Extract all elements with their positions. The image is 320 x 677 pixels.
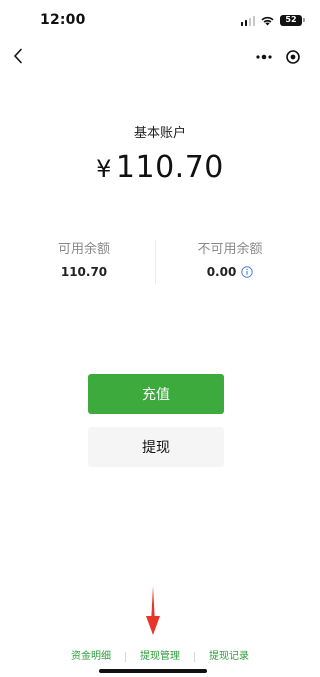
bottom-links: 资金明细 提现管理 提现记录 bbox=[0, 650, 320, 664]
link-withdraw-management[interactable]: 提现管理 bbox=[126, 651, 194, 663]
unavailable-balance-value: 0.00 bbox=[206, 265, 237, 279]
status-icons: 52 bbox=[240, 13, 305, 27]
unavailable-balance-label: 不可用余额 bbox=[197, 242, 263, 257]
capsule-divider bbox=[279, 49, 280, 65]
close-button[interactable] bbox=[285, 49, 301, 65]
sub-balances: 可用余额 110.70 不可用余额 0.00 bbox=[0, 238, 320, 288]
available-balance-value-row: 110.70 bbox=[14, 265, 154, 279]
more-dots-icon bbox=[256, 54, 272, 60]
available-balance: 可用余额 110.70 bbox=[14, 238, 154, 279]
mini-program-capsule bbox=[244, 44, 308, 70]
available-balance-value: 110.70 bbox=[60, 265, 108, 279]
link-withdraw-records[interactable]: 提现记录 bbox=[195, 651, 263, 663]
available-balance-label: 可用余额 bbox=[57, 242, 110, 257]
balance-value: 110.70 bbox=[115, 150, 224, 185]
sub-balance-divider bbox=[155, 240, 156, 284]
currency-symbol: ¥ bbox=[96, 155, 112, 183]
back-button[interactable] bbox=[8, 45, 28, 67]
battery-level: 52 bbox=[285, 15, 297, 24]
wifi-icon bbox=[261, 16, 274, 25]
battery-icon: 52 bbox=[280, 14, 305, 26]
home-indicator[interactable] bbox=[99, 669, 207, 673]
link-fund-details[interactable]: 资金明细 bbox=[57, 651, 125, 663]
withdraw-button[interactable]: 提现 bbox=[88, 427, 224, 467]
chevron-left-icon bbox=[14, 48, 22, 64]
red-arrow-annotation bbox=[146, 586, 160, 635]
target-circle-icon bbox=[286, 50, 300, 64]
more-button[interactable] bbox=[255, 54, 273, 60]
signal-icon bbox=[240, 15, 255, 26]
info-button[interactable] bbox=[241, 266, 253, 278]
recharge-button[interactable]: 充值 bbox=[88, 374, 224, 414]
status-time: 12:00 bbox=[40, 12, 86, 28]
info-circle-icon bbox=[241, 266, 253, 278]
unavailable-balance: 不可用余额 0.00 bbox=[160, 238, 300, 279]
unavailable-balance-value-row: 0.00 bbox=[160, 265, 300, 279]
account-title: 基本账户 bbox=[133, 126, 186, 141]
status-bar: 12:00 52 bbox=[0, 0, 320, 44]
balance-amount: ¥110.70 bbox=[0, 150, 320, 185]
